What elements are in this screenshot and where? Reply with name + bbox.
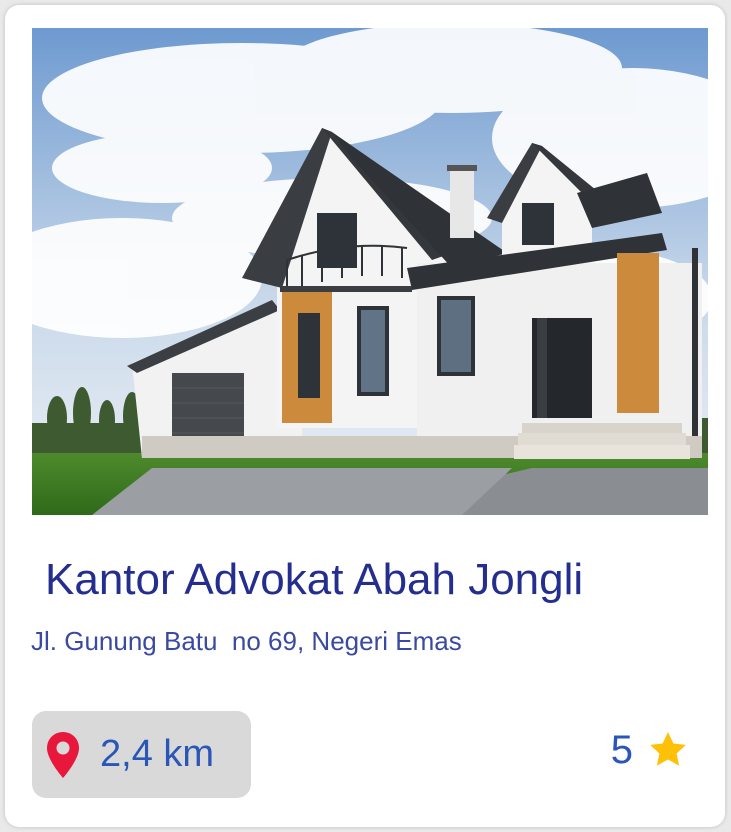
- listing-card[interactable]: Kantor Advokat Abah Jongli Jl. Gunung Ba…: [5, 5, 725, 827]
- rating: 5: [611, 727, 689, 773]
- distance-value: 2,4 km: [100, 733, 215, 775]
- listing-title[interactable]: Kantor Advokat Abah Jongli: [45, 555, 583, 605]
- house-photo[interactable]: [32, 28, 708, 515]
- listing-address: Jl. Gunung Batu no 69, Negeri Emas: [31, 626, 462, 656]
- map-pin-icon: [47, 731, 79, 778]
- rating-value: 5: [610, 728, 633, 772]
- distance-chip[interactable]: 2,4 km: [32, 711, 251, 798]
- star-icon: [650, 732, 686, 766]
